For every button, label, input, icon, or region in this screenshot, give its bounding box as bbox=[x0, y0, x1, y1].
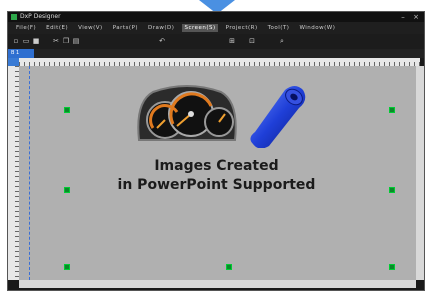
app-icon bbox=[11, 14, 17, 20]
designer-window: DxP Designer – × File(F) Edit(E) View(V)… bbox=[7, 11, 425, 291]
tab-base-screen[interactable]: B 1 bbox=[8, 49, 34, 58]
toolbar: ▫ ▭ ■ ✂ ❐ ▤ ↶ ⊞ ⊡ ⌕ bbox=[8, 34, 424, 50]
menu-window[interactable]: Window(W) bbox=[297, 24, 337, 32]
menu-project[interactable]: Project(R) bbox=[224, 24, 260, 32]
align-icon[interactable]: ⊞ bbox=[228, 37, 236, 45]
menu-draw[interactable]: Draw(D) bbox=[146, 24, 176, 32]
title-bar: DxP Designer – × bbox=[8, 12, 424, 22]
menu-tool[interactable]: Tool(T) bbox=[266, 24, 292, 32]
horizontal-scrollbar[interactable] bbox=[19, 280, 416, 288]
menu-view[interactable]: View(V) bbox=[76, 24, 105, 32]
horizontal-ruler bbox=[19, 58, 420, 66]
menu-file[interactable]: File(F) bbox=[14, 24, 38, 32]
minimize-button[interactable]: – bbox=[398, 12, 408, 22]
caption-line-1: Images Created bbox=[154, 158, 279, 174]
paste-icon[interactable]: ▤ bbox=[72, 37, 80, 45]
undo-icon[interactable]: ↶ bbox=[158, 37, 166, 45]
new-icon[interactable]: ▫ bbox=[12, 37, 20, 45]
resize-handle-top-right[interactable] bbox=[389, 107, 395, 113]
zoom-icon[interactable]: ⌕ bbox=[278, 37, 286, 45]
menu-bar: File(F) Edit(E) View(V) Parts(P) Draw(D)… bbox=[8, 22, 424, 34]
resize-handle-top-left[interactable] bbox=[64, 107, 70, 113]
menu-parts[interactable]: Parts(P) bbox=[111, 24, 140, 32]
resize-handle-bottom-center[interactable] bbox=[226, 264, 232, 270]
group-icon[interactable]: ⊡ bbox=[248, 37, 256, 45]
caption-line-2: in PowerPoint Supported bbox=[117, 177, 316, 193]
ruler-corner bbox=[8, 58, 19, 66]
menu-edit[interactable]: Edit(E) bbox=[44, 24, 70, 32]
window-title: DxP Designer bbox=[20, 13, 61, 20]
copy-icon[interactable]: ❐ bbox=[62, 37, 70, 45]
resize-handle-bottom-right[interactable] bbox=[389, 264, 395, 270]
tab-bar: B 1 bbox=[8, 49, 424, 58]
save-icon[interactable]: ■ bbox=[32, 37, 40, 45]
close-button[interactable]: × bbox=[411, 12, 421, 22]
blue-cylinder-image[interactable] bbox=[247, 82, 307, 152]
resize-handle-bottom-left[interactable] bbox=[64, 264, 70, 270]
dashboard-gauge-image[interactable] bbox=[133, 82, 241, 150]
menu-screen[interactable]: Screen(S) bbox=[182, 24, 218, 32]
cut-icon[interactable]: ✂ bbox=[52, 37, 60, 45]
open-icon[interactable]: ▭ bbox=[22, 37, 30, 45]
